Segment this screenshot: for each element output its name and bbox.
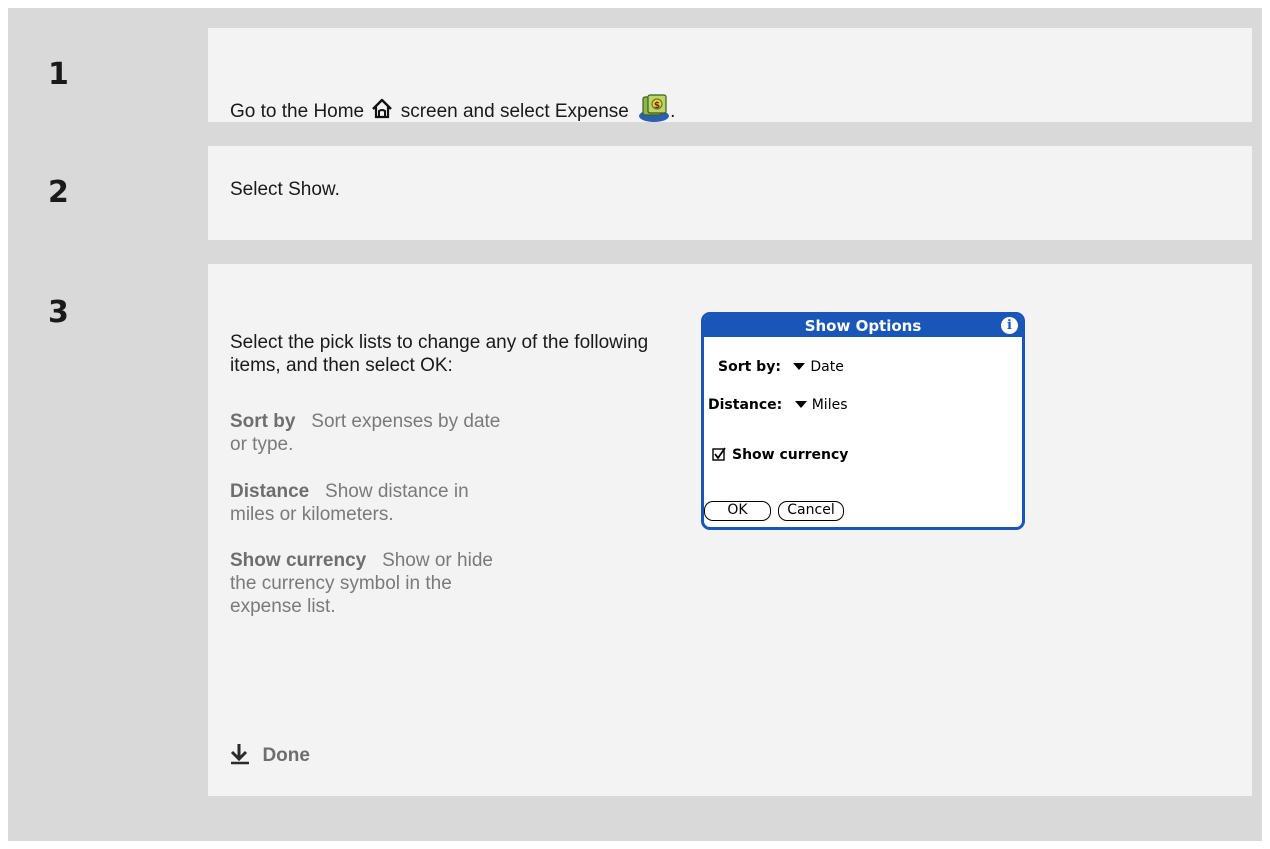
chevron-down-icon	[793, 363, 806, 370]
dialog-title-bar: Show Options i	[704, 315, 1022, 337]
show-currency-checkbox[interactable]: Show currency	[712, 447, 848, 465]
cancel-button[interactable]: Cancel	[778, 501, 844, 521]
sort-by-picklist[interactable]: Date	[785, 359, 844, 375]
step-number-1: 1	[48, 57, 69, 92]
distance-picklist[interactable]: Miles	[787, 397, 847, 413]
step-3-intro: Select the pick lists to change any of t…	[230, 332, 649, 376]
checkbox-checked-icon	[712, 447, 726, 465]
item-distance: Distance Show distance in miles or kilom…	[230, 480, 510, 526]
distance-row: Distance: Miles	[708, 397, 847, 413]
expense-app-icon: $	[638, 93, 670, 129]
item-term: Sort by	[230, 411, 296, 432]
done-marker: Done	[230, 743, 310, 770]
sort-by-label: Sort by:	[718, 359, 781, 375]
item-show-currency: Show currency Show or hide the currency …	[230, 549, 510, 618]
step-1-text: Go to the Home screen and select Expense…	[230, 93, 675, 129]
item-term: Show currency	[230, 550, 367, 571]
distance-label: Distance:	[708, 397, 783, 413]
home-icon	[371, 98, 393, 126]
dialog-title: Show Options	[804, 317, 922, 335]
steps-table: 1 Go to the Home screen and select Expen…	[8, 8, 1262, 841]
step-number-3: 3	[48, 295, 69, 330]
ok-button[interactable]: OK	[704, 501, 771, 521]
arrow-down-icon	[230, 743, 250, 770]
info-icon[interactable]: i	[1001, 317, 1018, 334]
done-label: Done	[262, 745, 310, 766]
step-2-cell	[208, 146, 1252, 240]
chevron-down-icon	[794, 401, 807, 408]
item-sort-by: Sort by Sort expenses by date or type.	[230, 410, 510, 456]
svg-text:$: $	[654, 101, 660, 111]
step-number-2: 2	[48, 175, 69, 210]
step-2-text: Select Show.	[230, 179, 340, 200]
sort-by-row: Sort by: Date	[718, 359, 844, 375]
item-term: Distance	[230, 481, 310, 502]
show-options-dialog: Show Options i Sort by: Date Distance: M…	[701, 312, 1025, 530]
